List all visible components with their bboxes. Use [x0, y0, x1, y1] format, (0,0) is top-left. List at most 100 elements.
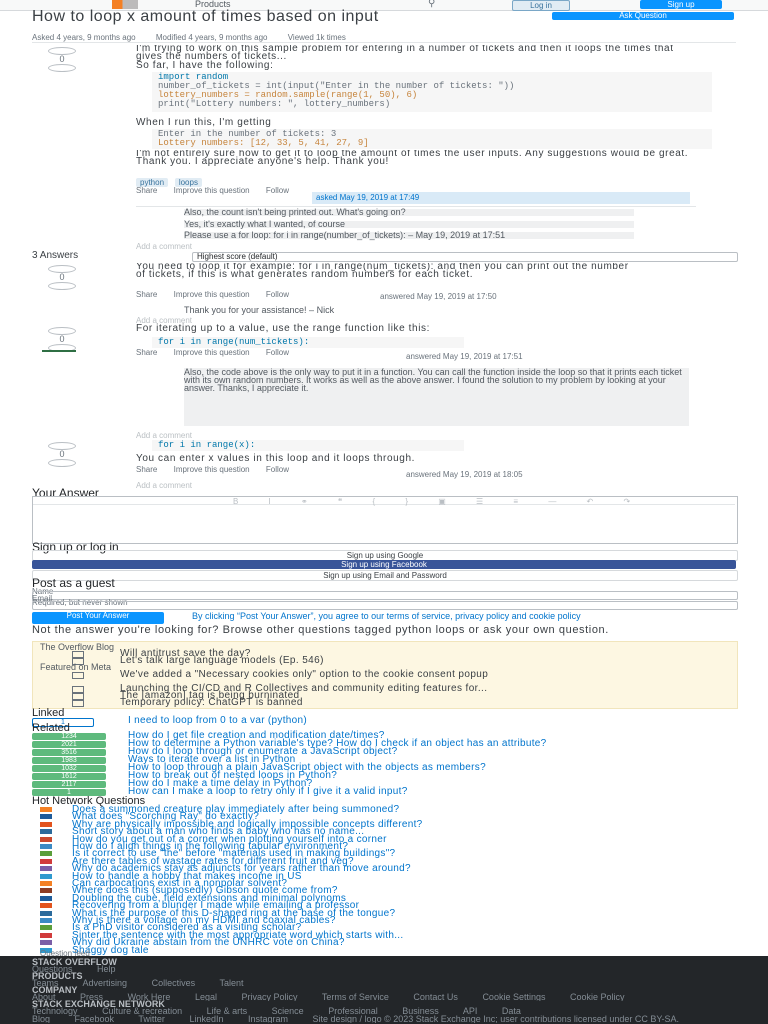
related-vote-count: 3516 — [32, 749, 106, 756]
blog-item[interactable]: Let's talk large language models (Ep. 54… — [120, 656, 720, 666]
site-icon — [40, 925, 52, 931]
asker-card: asked May 19, 2019 at 17:49 — [312, 192, 690, 204]
answer-vote: 0 — [48, 442, 76, 467]
answers-count: 3 Answers — [32, 250, 79, 261]
answer-code-block: for i in range(num_tickets): — [152, 337, 464, 348]
downvote-button[interactable] — [48, 459, 76, 467]
footer-link[interactable]: Talent — [219, 978, 243, 988]
site-icon — [40, 858, 52, 864]
featured-heading: Featured on Meta — [40, 662, 112, 672]
footer-link[interactable]: Collectives — [152, 978, 196, 988]
site-icon — [40, 940, 52, 946]
footer-link[interactable]: Advertising — [83, 978, 128, 988]
copyright: Site design / logo © 2023 Stack Exchange… — [312, 1015, 680, 1023]
linked-item[interactable]: I need to loop from 0 to a var (python) — [128, 716, 718, 726]
question-title[interactable]: How to loop x amount of times based on i… — [32, 9, 552, 25]
ask-question-button[interactable]: Ask Question — [552, 12, 734, 20]
share-link[interactable]: Share — [136, 348, 157, 357]
improve-link[interactable]: Improve this question — [174, 186, 250, 195]
follow-link[interactable]: Follow — [266, 186, 289, 195]
downvote-button[interactable] — [48, 282, 76, 290]
answerer-card[interactable]: answered May 19, 2019 at 17:51 — [406, 352, 523, 361]
site-icon — [40, 881, 52, 886]
follow-link[interactable]: Follow — [266, 348, 289, 357]
site-icon — [40, 866, 52, 872]
modified-date: Modified 4 years, 9 months ago — [155, 33, 268, 42]
meta-item[interactable]: We've added a "Necessary cookies only" o… — [120, 670, 720, 680]
question-code-block: import random number_of_tickets = int(in… — [152, 72, 712, 112]
share-link[interactable]: Share — [136, 186, 157, 195]
footer-link[interactable]: Contact Us — [413, 993, 458, 1001]
footer-link[interactable]: Help — [97, 964, 116, 974]
comment-thread: Also, the code above is the only way to … — [184, 368, 689, 426]
share-link[interactable]: Share — [136, 290, 157, 299]
follow-link[interactable]: Follow — [266, 465, 289, 474]
answer-vote: 0 — [48, 327, 76, 352]
footer-link[interactable]: Facebook — [75, 1015, 115, 1023]
comment: Also, the count isn't being printed out.… — [184, 208, 634, 217]
post-answer-button[interactable]: Post Your Answer — [32, 612, 164, 624]
linked-heading: Linked — [32, 707, 65, 719]
signup-button[interactable]: Sign up — [640, 0, 722, 9]
related-vote-count: 1234 — [32, 733, 106, 740]
name-field[interactable] — [32, 591, 738, 600]
comment: Please use a for loop: for i in range(nu… — [184, 231, 634, 240]
terms-notice[interactable]: By clicking “Post Your Answer”, you agre… — [192, 612, 732, 621]
not-the-answer[interactable]: Not the answer you're looking for? Brows… — [32, 625, 736, 636]
hot-question-link[interactable]: Why did Ukraine abstain from the UNHRC v… — [72, 938, 712, 948]
add-comment-link[interactable]: Add a comment — [136, 242, 192, 251]
asked-card-text[interactable]: asked May 19, 2019 at 17:49 — [316, 193, 419, 202]
question-body-p1b: So far, I have the following: — [136, 60, 274, 71]
site-icon — [40, 821, 52, 827]
code-line: Lottery numbers: [12, 33, 5, 41, 27, 9] — [158, 138, 369, 148]
answer-body: For iterating up to a value, use the ran… — [136, 323, 431, 334]
question-body-p3: I'm not entirely sure how to get it to l… — [136, 150, 689, 167]
footer-link[interactable]: Instagram — [248, 1015, 288, 1023]
pencil-icon — [72, 651, 84, 658]
footer-link[interactable]: Terms of Service — [322, 993, 389, 1001]
code-line: print("Lottery numbers: ", lottery_numbe… — [158, 99, 391, 109]
downvote-button[interactable] — [48, 64, 76, 72]
footer-link[interactable]: Twitter — [138, 1015, 165, 1023]
footer-link[interactable]: LinkedIn — [189, 1015, 223, 1023]
hot-question-link[interactable]: Shaggy dog tale — [72, 945, 712, 955]
answerer-card[interactable]: answered May 19, 2019 at 18:05 — [406, 470, 523, 479]
footer-link[interactable]: Cookie Settings — [482, 993, 545, 1001]
follow-link[interactable]: Follow — [266, 290, 289, 299]
answer-actions: Share Improve this question Follow — [136, 465, 303, 474]
site-icon — [40, 918, 52, 923]
improve-link[interactable]: Improve this question — [174, 290, 250, 299]
email-field[interactable] — [32, 601, 738, 610]
question-actions: Share Improve this question Follow — [136, 186, 303, 195]
view-count: Viewed 1k times — [287, 33, 346, 42]
improve-link[interactable]: Improve this question — [174, 348, 250, 357]
footer-link[interactable]: Legal — [195, 993, 217, 1001]
search-icon[interactable]: ⚲ — [428, 0, 435, 9]
answerer-card[interactable]: answered May 19, 2019 at 17:50 — [380, 292, 497, 301]
editor-toolbar[interactable]: B I ⚭ ❝ { } ▣ ☰ ≡ ― ↶ ↷ — [33, 497, 735, 506]
add-comment-link[interactable]: Add a comment — [136, 431, 192, 440]
footer-link[interactable]: Privacy Policy — [241, 993, 297, 1001]
footer-link[interactable]: Cookie Policy — [570, 993, 625, 1001]
footer-social-links: Blog Facebook Twitter LinkedIn Instagram… — [32, 1015, 768, 1023]
share-link[interactable]: Share — [136, 465, 157, 474]
facebook-signup-button[interactable]: Sign up using Facebook — [32, 560, 736, 569]
meta-item[interactable]: Temporary policy: ChatGPT is banned — [120, 698, 720, 708]
related-question-link[interactable]: How can I make a loop to retry only if I… — [128, 787, 718, 797]
vote-count: 0 — [59, 272, 65, 282]
vote-count: 0 — [59, 334, 65, 344]
add-comment-link[interactable]: Add a comment — [136, 481, 192, 490]
site-icon — [40, 873, 52, 879]
site-icon — [40, 888, 52, 894]
footer-link[interactable]: Blog — [32, 1015, 50, 1023]
related-vote-count: 1032 — [32, 765, 106, 772]
related-vote-count: 2021 — [32, 741, 106, 748]
site-icon — [40, 903, 52, 909]
email-signup-button[interactable]: Sign up using Email and Password — [32, 570, 738, 581]
site-icon — [40, 814, 52, 820]
comment: Yes, it's exactly what I wanted, of cour… — [184, 220, 634, 229]
site-icon — [40, 895, 52, 901]
sort-select[interactable]: Highest score (default) — [192, 252, 738, 262]
improve-link[interactable]: Improve this question — [174, 465, 250, 474]
related-vote-count: 1983 — [32, 757, 106, 764]
